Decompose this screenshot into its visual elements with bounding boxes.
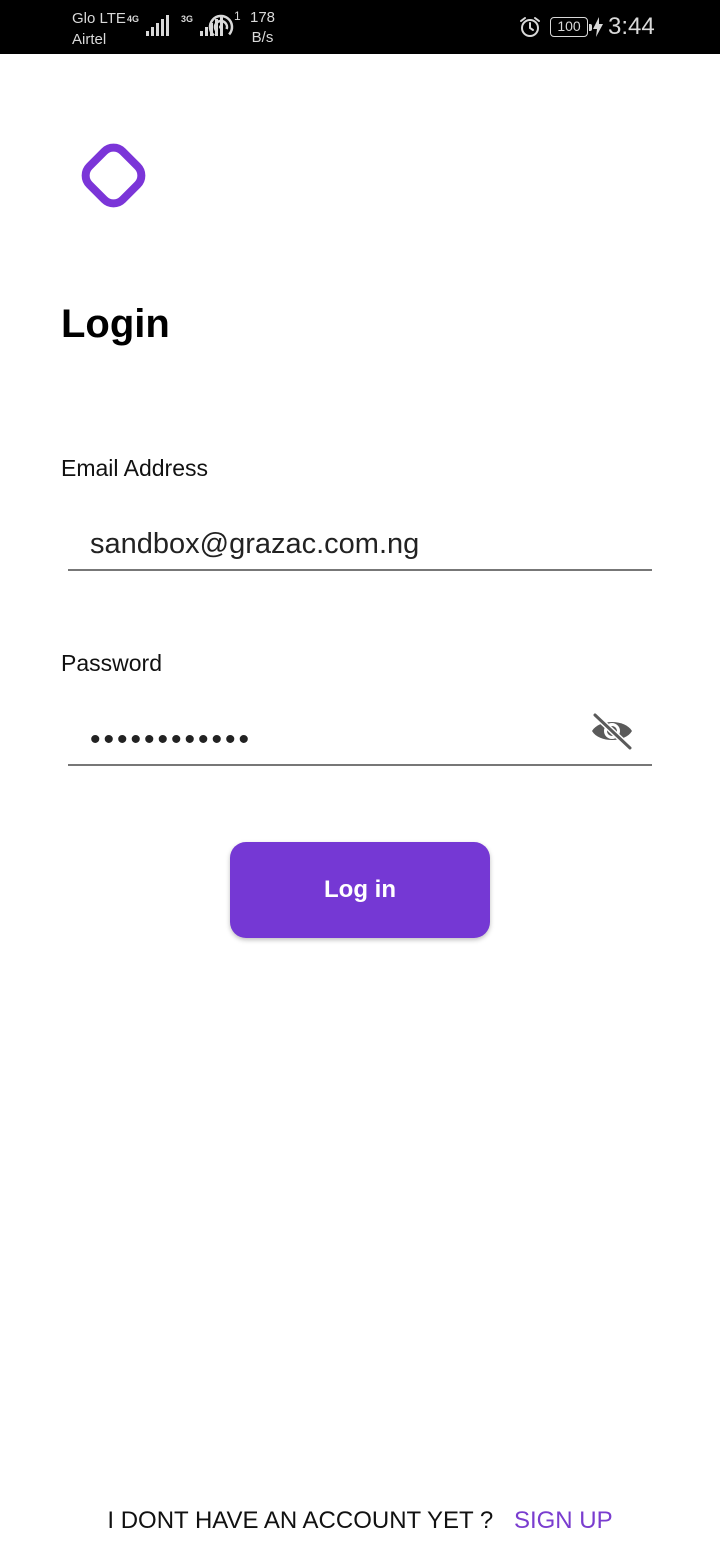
clock: 3:44 bbox=[608, 13, 655, 40]
email-field[interactable] bbox=[68, 520, 652, 571]
page-title: Login bbox=[61, 302, 170, 346]
speed-unit: B/s bbox=[251, 29, 274, 46]
status-bar: Glo LTE Airtel 4G 3G 1 178 B/s 100 3:44 bbox=[0, 0, 720, 54]
carrier-info: Glo LTE Airtel bbox=[72, 8, 126, 50]
password-label: Password bbox=[61, 650, 162, 676]
carrier-secondary: Airtel bbox=[72, 31, 107, 48]
battery-icon: 100 bbox=[550, 17, 592, 37]
alarm-icon bbox=[520, 17, 540, 37]
signal-icon bbox=[146, 14, 170, 36]
hotspot-icon bbox=[208, 14, 234, 40]
eye-off-icon[interactable] bbox=[589, 711, 635, 751]
network-speed: 178 B/s bbox=[250, 8, 275, 48]
charging-bolt-icon bbox=[593, 17, 603, 37]
app-logo-icon bbox=[81, 143, 146, 208]
carrier-primary: Glo LTE bbox=[72, 10, 126, 27]
network-tag-3g: 3G bbox=[181, 14, 194, 24]
signup-prompt: I DONT HAVE AN ACCOUNT YET ? SIGN UP bbox=[0, 1507, 720, 1535]
login-button[interactable]: Log in bbox=[230, 842, 490, 938]
password-field[interactable] bbox=[68, 715, 652, 766]
no-account-text: I DONT HAVE AN ACCOUNT YET ? bbox=[107, 1507, 494, 1534]
signup-link[interactable]: SIGN UP bbox=[514, 1507, 613, 1534]
email-label: Email Address bbox=[61, 455, 209, 481]
hotspot-count: 1 bbox=[234, 9, 241, 23]
network-tag-4g: 4G bbox=[127, 14, 140, 24]
speed-value: 178 bbox=[250, 9, 276, 26]
